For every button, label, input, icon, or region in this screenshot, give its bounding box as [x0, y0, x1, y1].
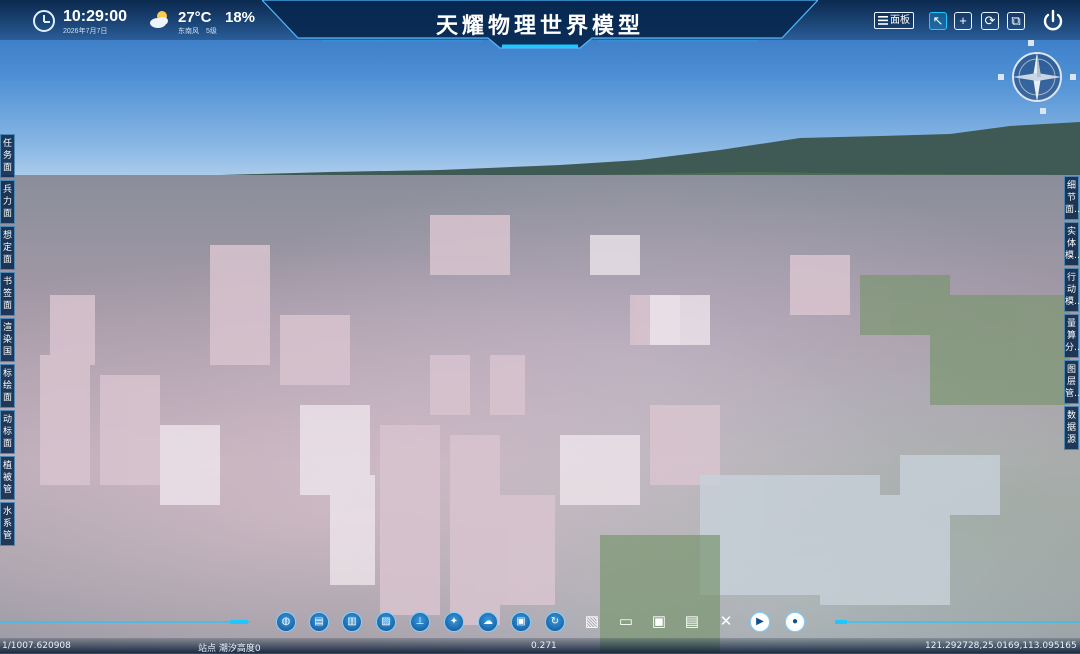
terrain-icon[interactable]: ▨ [376, 612, 396, 632]
record-icon[interactable]: ● [785, 612, 805, 632]
wind-level: 5级 [206, 28, 217, 35]
save-icon[interactable]: ▣ [511, 612, 531, 632]
folder-icon[interactable]: ▭ [616, 612, 636, 632]
left-tab-water[interactable]: 水系管 [0, 502, 15, 546]
globe-icon[interactable]: ◍ [276, 612, 296, 632]
satellite-icon[interactable]: ✦ [444, 612, 464, 632]
left-tab-task[interactable]: 任务面 [0, 134, 15, 178]
right-tab-bar: 细节面… 实体模… 行动模… 量算分… 图层管… 数据源 [1064, 176, 1080, 452]
export-icon[interactable]: ▧ [582, 612, 602, 632]
fullscreen-icon[interactable]: ⧉ [1007, 12, 1025, 30]
select-icon[interactable]: ↖ [929, 12, 947, 30]
left-tab-vegetation[interactable]: 植被管 [0, 456, 15, 500]
clock-icon [33, 10, 55, 32]
scale-readout: 1/1007.620908 [2, 641, 71, 651]
left-tab-bookmark[interactable]: 书签面 [0, 272, 15, 316]
left-tab-bar: 任务面 兵力面 想定面 书签面 渲染国 标绘面 动标面 植被管 水系管 [0, 134, 16, 548]
panel-button[interactable]: 面板 [874, 12, 914, 29]
refresh-icon[interactable]: ⟳ [981, 12, 999, 30]
map-icon[interactable]: ▤ [309, 612, 329, 632]
humidity: 18% [225, 9, 256, 26]
3d-map-viewport[interactable] [0, 0, 1080, 653]
power-icon[interactable] [1040, 8, 1066, 34]
right-tab-layer[interactable]: 图层管… [1064, 360, 1080, 404]
right-tab-entity-model[interactable]: 实体模… [1064, 222, 1080, 266]
play-icon[interactable]: ▶ [750, 612, 770, 632]
left-tab-plotting[interactable]: 标绘面 [0, 364, 15, 408]
clock-time: 10:29:00 [63, 8, 128, 25]
right-tab-measure[interactable]: 量算分… [1064, 314, 1080, 358]
left-tab-moving-target[interactable]: 动标面 [0, 410, 15, 454]
wind-direction: 东南风 [178, 28, 199, 35]
close-icon[interactable]: ✕ [716, 612, 736, 632]
clock-date: 2026年7月7日 [63, 28, 108, 35]
tower-icon[interactable]: ⊥ [410, 612, 430, 632]
add-icon[interactable]: + [954, 12, 972, 30]
cloud-icon[interactable]: ☁ [478, 612, 498, 632]
coordinates-readout: 121.292728,25.0169,113.095165 [925, 641, 1077, 651]
right-tab-action-model[interactable]: 行动模… [1064, 268, 1080, 312]
save-as-icon[interactable]: ▣ [649, 612, 669, 632]
left-tab-render[interactable]: 渲染国 [0, 318, 15, 362]
list-icon [878, 16, 888, 25]
page-title: 天耀物理世界模型 [435, 14, 644, 39]
compass-icon[interactable] [998, 40, 1076, 114]
temperature: 27°C [178, 9, 212, 26]
right-tab-datasource[interactable]: 数据源 [1064, 406, 1079, 450]
city-buildings [40, 215, 1070, 653]
left-tab-force[interactable]: 兵力面 [0, 180, 15, 224]
toolbar-rail [0, 620, 1080, 624]
panel-button-label: 面板 [890, 15, 910, 26]
save-copy-icon[interactable]: ▤ [682, 612, 702, 632]
partly-cloudy-icon [150, 11, 168, 28]
left-tab-scenario[interactable]: 想定面 [0, 226, 15, 270]
right-tab-detail[interactable]: 细节面… [1064, 176, 1080, 220]
building-icon[interactable]: ▥ [342, 612, 362, 632]
rotate-icon[interactable]: ↻ [545, 612, 565, 632]
zoom-readout: 0.271 [531, 641, 557, 651]
elevation-readout: 站点 潮汐高度0 [198, 644, 261, 654]
